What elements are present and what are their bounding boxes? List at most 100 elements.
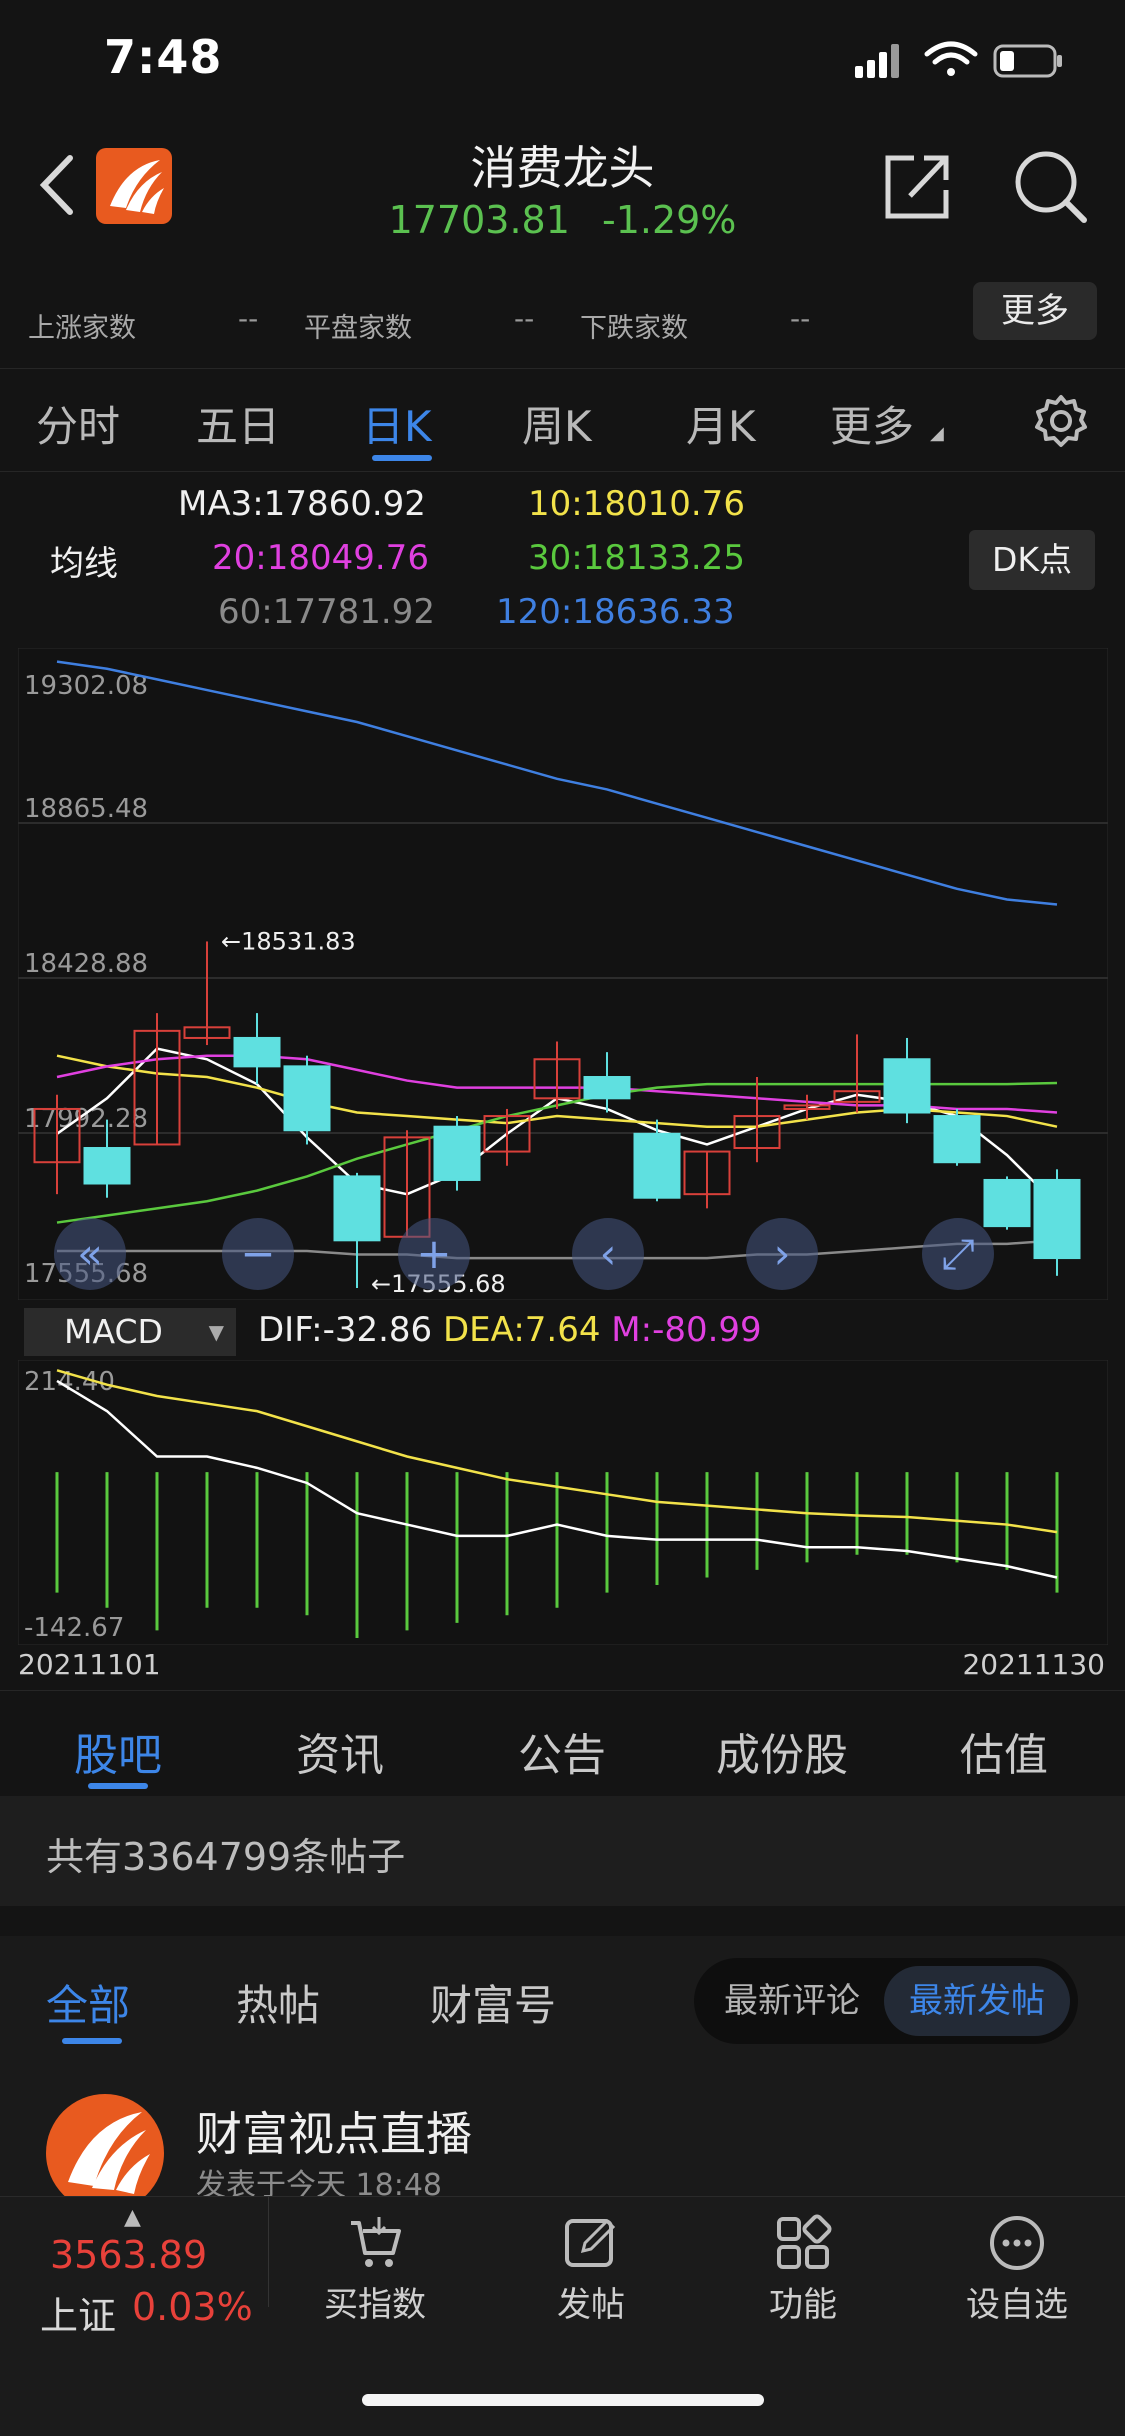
candle-body [83,1147,131,1185]
tab-daily-k[interactable]: 日K [362,393,432,454]
tab-more[interactable]: 更多 [830,393,914,454]
down-count-label: 下跌家数 [580,313,688,344]
candle-body [233,1036,281,1068]
sort-latest-post[interactable]: 最新发帖 [884,1966,1070,2036]
wifi-icon [924,41,978,76]
fast-rewind-icon[interactable]: « [54,1218,126,1290]
scroll-right-icon-glyph: › [774,1229,791,1278]
index-name[interactable]: 上证 [40,2285,116,2340]
tab-announcements[interactable]: 公告 [518,1719,606,1783]
candle-body [433,1125,481,1181]
flat-count-value: -- [514,302,535,335]
current-price: 17703.81 [388,198,570,242]
dropdown-triangle-icon: ▼ [208,1320,224,1344]
filter-all[interactable]: 全部 [46,1972,130,2033]
buy-index-label: 买指数 [324,2285,426,2325]
tab-constituents[interactable]: 成份股 [716,1719,848,1783]
fullscreen-icon-glyph: ⤢ [941,1229,975,1278]
tab-valuation[interactable]: 估值 [960,1719,1048,1783]
fast-rewind-icon-glyph: « [77,1229,103,1278]
up-count-label: 上涨家数 [28,313,136,344]
ma-legend: 均线 MA3:17860.92 10:18010.76 20:18049.76 … [0,474,1125,634]
macd-values: DIF:-32.86 DEA:7.64 M:-80.99 [258,1310,762,1350]
active-tab-indicator [372,455,432,461]
tab-weekly-k[interactable]: 周K [522,393,592,454]
post-button[interactable]: 发帖 [506,2213,676,2326]
add-watchlist-button[interactable]: 设自选 [932,2213,1102,2326]
candle-body [283,1065,331,1132]
zoom-in-icon-glyph: + [416,1229,451,1278]
ma30-value: 30:18133.25 [528,538,745,578]
kline-period-tabs: 分时 五日 日K 周K 月K 更多 ◢ [0,368,1125,472]
zoom-out-icon-glyph: − [240,1229,275,1278]
end-date: 20211130 [962,1648,1105,1681]
macd-chart[interactable]: 214.40-142.67 [18,1360,1108,1645]
filter-hot[interactable]: 热帖 [236,1972,320,2033]
expand-caret-icon[interactable]: ▲ [124,2205,141,2230]
post-count-bar: 共有3364799条帖子 [0,1796,1125,1906]
post-count-text: 共有3364799条帖子 [46,1835,406,1879]
macd-legend: MACD ▼ DIF:-32.86 DEA:7.64 M:-80.99 [18,1306,1108,1358]
ma60-value: 60:17781.92 [218,592,435,632]
up-count-value: -- [238,302,259,335]
dk-point-button[interactable]: DK点 [969,530,1095,590]
tab-five-day[interactable]: 五日 [196,393,280,454]
candle-body [883,1058,931,1114]
active-section-indicator [88,1783,148,1789]
author-avatar[interactable] [46,2094,164,2212]
gear-icon[interactable] [1031,391,1091,451]
chart-background [18,648,1108,1300]
y-axis-label: 19302.08 [24,671,148,701]
status-icons [855,41,1062,78]
zoom-in-icon[interactable]: + [398,1218,470,1290]
candle-body [333,1175,381,1242]
candlestick-chart[interactable]: 19302.0818865.4818428.8817992.2817555.68… [18,648,1108,1300]
index-percent[interactable]: 0.03% [132,2285,253,2329]
home-indicator [362,2394,764,2406]
section-tabs: 股吧 资讯 公告 成份股 估值 [0,1690,1125,1794]
tab-news[interactable]: 资讯 [296,1719,384,1783]
candle-body [983,1178,1031,1228]
change-percent: -1.29% [601,198,737,242]
grid-icon [777,2214,832,2269]
tab-guba[interactable]: 股吧 [74,1719,162,1783]
scroll-right-icon[interactable]: › [746,1218,818,1290]
post-author[interactable]: 财富视点直播 [196,2098,472,2164]
indicator-select[interactable]: MACD ▼ [24,1308,236,1356]
status-time: 7:48 [104,30,223,84]
active-filter-indicator [62,2038,122,2044]
scroll-left-icon-glyph: ‹ [600,1229,617,1278]
y-axis-label: 18428.88 [24,949,148,979]
cellular-signal-icon [855,44,899,78]
buy-index-button[interactable]: 买指数 [290,2213,460,2326]
post-list-item[interactable]: 财富视点直播 发表于今天 18:48 [0,2056,1125,2212]
functions-button[interactable]: 功能 [718,2213,888,2326]
high-annotation: ←18531.83 [221,927,356,955]
battery-icon [993,44,1062,78]
more-circle-icon [990,2216,1044,2270]
sort-latest-comment[interactable]: 最新评论 [702,1966,882,2036]
dif-value: DIF:-32.86 [258,1310,433,1350]
sort-toggle: 最新评论 最新发帖 [694,1958,1078,2044]
candle-body [933,1115,981,1164]
ma-label: 均线 [50,544,118,584]
dea-value: DEA:7.64 [443,1310,601,1350]
scroll-left-icon[interactable]: ‹ [572,1218,644,1290]
tab-intraday[interactable]: 分时 [36,393,120,454]
indicator-select-label: MACD [64,1312,163,1351]
more-button[interactable]: 更多 [973,282,1097,340]
filter-fortune[interactable]: 财富号 [430,1972,556,2033]
y-axis-label: 18865.48 [24,794,148,824]
search-icon[interactable] [1010,146,1090,226]
share-icon[interactable] [880,148,956,224]
candle-body [583,1076,631,1100]
more-triangle-icon: ◢ [930,423,944,444]
m-value: M:-80.99 [611,1310,762,1350]
ma120-value: 120:18636.33 [496,592,735,632]
fullscreen-icon[interactable]: ⤢ [922,1218,994,1290]
zoom-out-icon[interactable]: − [222,1218,294,1290]
index-value[interactable]: 3563.89 [50,2233,207,2277]
ma10-value: 10:18010.76 [528,484,745,524]
price-line: 17703.81 -1.29% [0,198,1125,242]
tab-monthly-k[interactable]: 月K [686,393,756,454]
